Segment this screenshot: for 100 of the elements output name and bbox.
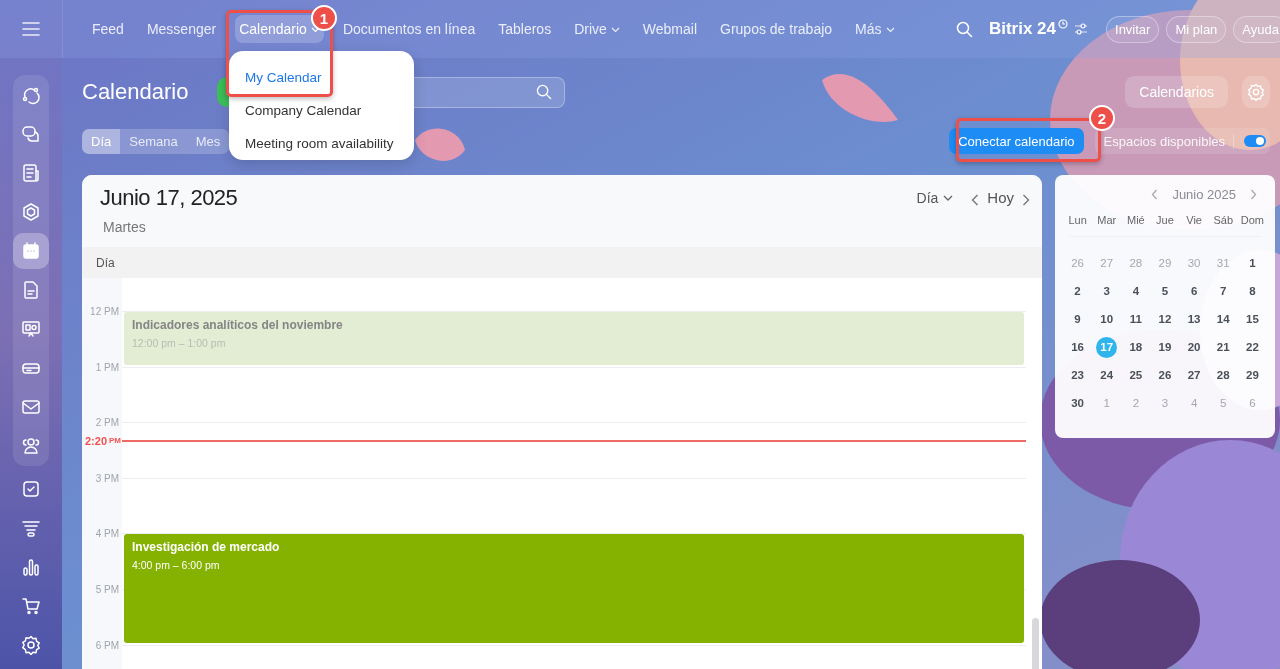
calendar-day[interactable]: 18 [1125,336,1147,358]
search-icon [536,84,552,100]
connect-calendar-button[interactable]: Conectar calendario [949,128,1084,154]
calendar-day[interactable]: 20 [1183,336,1205,358]
calendar-day[interactable]: 29 [1154,252,1176,274]
calendar-day[interactable]: 30 [1183,252,1205,274]
calendar-day[interactable]: 23 [1067,364,1089,386]
calendar-day[interactable]: 17 [1096,336,1118,358]
hour-label: 4 PM [95,528,120,540]
calendar-day[interactable]: 21 [1212,336,1234,358]
calendar-day[interactable]: 3 [1154,392,1176,414]
nav-link[interactable]: Tableros [494,15,556,43]
calendar-day[interactable]: 2 [1125,392,1147,414]
current-time-suffix: PM [109,436,122,446]
calendar-day[interactable]: 15 [1241,308,1263,330]
calendar-day[interactable]: 16 [1067,336,1089,358]
hour-label: 3 PM [95,472,120,484]
calendar-day[interactable]: 2 [1067,280,1089,302]
previous-icon[interactable] [971,194,980,206]
free-slots-label: Espacios disponibles [1103,133,1234,149]
calendar-day[interactable]: 1 [1096,392,1118,414]
menu-icon[interactable] [22,22,40,36]
calendar-day[interactable]: 9 [1067,308,1089,330]
calendar-day[interactable]: 25 [1125,364,1147,386]
calendar-day[interactable]: 19 [1154,336,1176,358]
previous-icon[interactable] [1151,188,1159,200]
calendar-icon[interactable] [13,233,49,269]
view-tab[interactable]: Mes [186,128,230,154]
calendar-day[interactable]: 28 [1125,252,1147,274]
calendar-day[interactable]: 7 [1212,280,1234,302]
nav-link[interactable]: Documentos en línea [338,15,480,43]
calendar-day[interactable]: 12 [1154,308,1176,330]
view-tab[interactable]: Semana [120,128,187,154]
scrollbar[interactable] [1032,618,1039,669]
calendar-day[interactable]: 3 [1096,280,1118,302]
nav-link[interactable]: Messenger [142,15,221,43]
nav-link[interactable]: Drive [570,15,624,43]
event-block[interactable]: Investigación de mercado 4:00 pm – 6:00 pm [124,534,1024,643]
menu-item[interactable]: Company Calendar [245,102,362,119]
calendar-day[interactable]: 8 [1241,280,1263,302]
caret-icon [610,26,620,33]
menu-item[interactable]: My Calendar [245,69,322,86]
day-date: Junio 17, 2025 [100,185,239,211]
today-button[interactable]: Hoy [987,187,1014,208]
nav-link[interactable]: Grupos de trabajo [716,15,837,43]
calendar-day[interactable]: 30 [1067,392,1089,414]
sliders-icon[interactable] [1074,23,1089,35]
calendar-day[interactable]: 26 [1067,252,1089,274]
calendar-day[interactable]: 28 [1212,364,1234,386]
weekday-name: Dom [1239,214,1266,226]
calendar-day[interactable]: 11 [1125,308,1147,330]
nav-link[interactable]: Webmail [638,15,701,43]
column-header: Día [96,255,115,270]
calendar-day[interactable]: 31 [1212,252,1234,274]
nav-link[interactable]: Más [851,15,899,43]
hour-label: 1 PM [95,361,120,373]
calendar-day[interactable]: 6 [1183,280,1205,302]
calendar-day[interactable]: 4 [1125,280,1147,302]
weekday-label: Martes [102,219,147,235]
calendar-day[interactable]: 6 [1241,392,1263,414]
view-select[interactable]: Día [916,188,954,208]
hour-label: 5 PM [95,584,120,595]
hour-label: 6 PM [95,639,120,651]
calendar-day[interactable]: 14 [1212,308,1234,330]
caret-icon [885,26,895,33]
weekday-name: Vie [1185,214,1203,226]
free-slots-toggle[interactable] [1244,135,1266,147]
calendar-day[interactable]: 4 [1183,392,1205,414]
header-button[interactable]: Invitar [1106,15,1160,43]
weekday-name: Jue [1155,214,1175,226]
search-icon[interactable] [955,20,973,38]
weekday-name: Mié [1126,214,1146,226]
calendar-day[interactable]: 22 [1241,336,1263,358]
calendar-day[interactable]: 24 [1096,364,1118,386]
weekday-name: Sáb [1212,214,1235,226]
current-time-label: 2:20 [85,434,108,447]
hour-label: 2 PM [95,417,120,429]
calendar-day[interactable]: 26 [1154,364,1176,386]
menu-item[interactable]: Meeting room availability [245,135,394,152]
month-label: Junio 2025 [1172,186,1236,202]
hour-label: 12 PM [90,306,120,317]
next-icon[interactable] [1250,188,1257,200]
calendar-day[interactable]: 5 [1154,280,1176,302]
calendar-day[interactable]: 13 [1183,308,1205,330]
calendar-day[interactable]: 1 [1241,252,1263,274]
calendar-day[interactable]: 29 [1241,364,1263,386]
next-icon[interactable] [1022,194,1030,206]
calendar-day[interactable]: 27 [1183,364,1205,386]
calendar-day[interactable]: 10 [1096,308,1118,330]
calendar-day[interactable]: 5 [1212,392,1234,414]
page-title: Calendario [82,79,190,105]
weekday-name: Mar [1096,214,1118,226]
caret-icon [943,195,954,201]
clock-icon [1058,19,1069,29]
settings-button[interactable] [1242,76,1270,108]
nav-link[interactable]: Feed [88,15,128,43]
gear-icon [1247,83,1265,101]
logo[interactable]: Bitrix 24 [988,19,1057,39]
weekday-name: Lun [1067,214,1088,226]
calendar-day[interactable]: 27 [1096,252,1118,274]
